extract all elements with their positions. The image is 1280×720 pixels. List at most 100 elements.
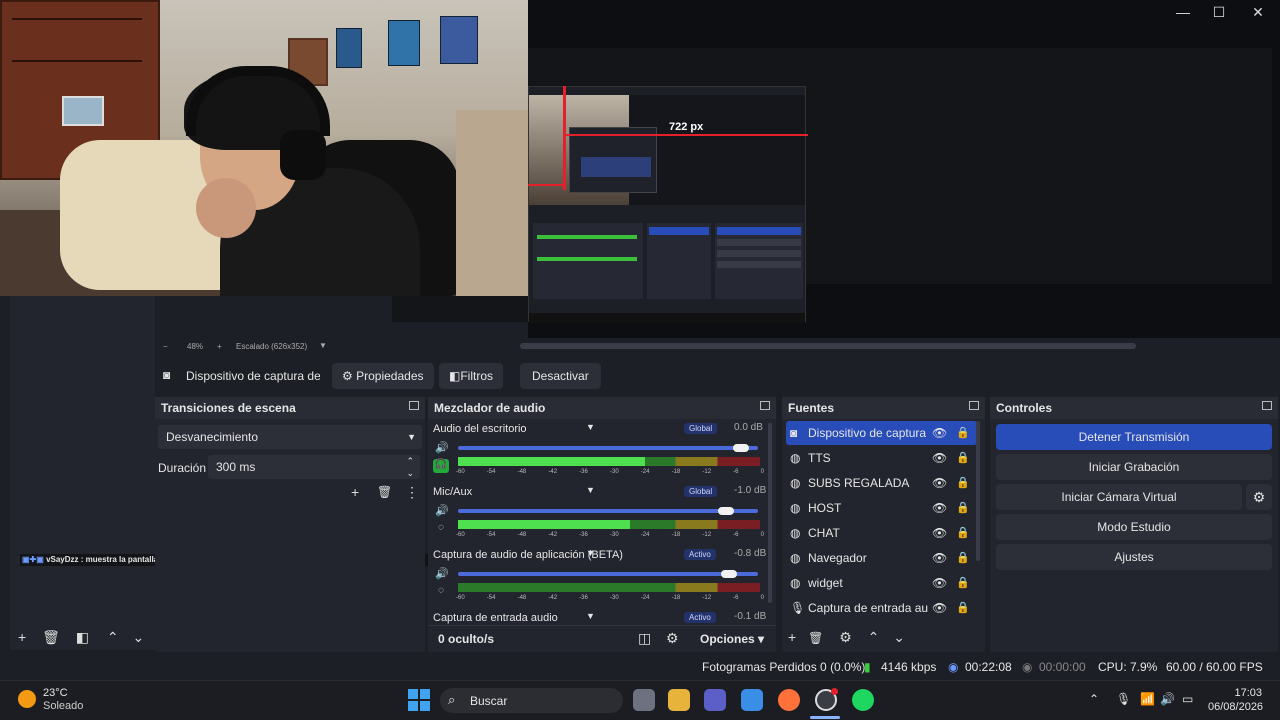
channel-menu-icon[interactable]: ▼ bbox=[586, 548, 595, 558]
eye-icon[interactable]: 👁 bbox=[932, 546, 947, 570]
volume-slider[interactable] bbox=[458, 444, 758, 452]
lock-icon[interactable]: 🔒 bbox=[956, 546, 970, 570]
channel-menu-icon[interactable]: ▼ bbox=[586, 422, 595, 432]
source-item[interactable]: ◍ widget 👁 🔒 bbox=[786, 571, 977, 595]
source-item[interactable]: ◍ TTS 👁 🔒 bbox=[786, 446, 977, 470]
meter-ticks: -60 -54 -48 -42 -36 -30 -24 -18 -12 -6 0 bbox=[456, 532, 764, 540]
eye-icon[interactable]: 👁 bbox=[932, 446, 947, 470]
search-icon: ⌕ bbox=[448, 692, 456, 707]
lock-icon[interactable]: 🔒 bbox=[956, 421, 970, 445]
layout-icon[interactable]: ◫ bbox=[638, 630, 651, 647]
volume-icon[interactable]: 🔊 bbox=[1160, 692, 1175, 706]
source-item[interactable]: ◙ Dispositivo de captura d 👁 🔒 bbox=[786, 421, 977, 445]
undock-icon[interactable] bbox=[1262, 401, 1272, 410]
volume-knob[interactable] bbox=[718, 507, 734, 515]
settings-button[interactable]: Ajustes bbox=[996, 544, 1272, 570]
speaker-icon[interactable]: 🔊 bbox=[435, 567, 449, 580]
sources-scrollbar[interactable] bbox=[976, 421, 980, 561]
maximize-button[interactable]: ☐ bbox=[1199, 4, 1239, 21]
start-recording-button[interactable]: Iniciar Grabación bbox=[996, 454, 1272, 480]
zoom-in-button[interactable]: + bbox=[217, 342, 222, 351]
channel-menu-icon[interactable]: ▼ bbox=[586, 485, 595, 495]
task-view-icon[interactable] bbox=[633, 689, 655, 711]
wifi-icon[interactable]: 📶 bbox=[1140, 692, 1155, 706]
add-scene-icon[interactable]: + bbox=[18, 629, 26, 645]
properties-button[interactable]: ⚙ Propiedades bbox=[332, 363, 434, 389]
channel-menu-icon[interactable]: ▼ bbox=[586, 611, 595, 621]
source-item[interactable]: ◍ HOST 👁 🔒 bbox=[786, 496, 977, 520]
more-vertical-icon[interactable]: ⋮ bbox=[405, 484, 419, 501]
mixer-scrollbar[interactable] bbox=[768, 423, 772, 603]
remove-scene-icon[interactable]: 🗑 bbox=[42, 629, 60, 645]
transition-select[interactable]: Desvanecimiento ▼ bbox=[158, 425, 422, 449]
source-properties-icon[interactable]: ⚙ bbox=[839, 629, 852, 645]
spotify-icon[interactable] bbox=[852, 689, 874, 711]
undock-icon[interactable] bbox=[969, 401, 979, 410]
remove-source-icon[interactable]: 🗑 bbox=[808, 631, 823, 645]
eye-icon[interactable]: 👁 bbox=[932, 421, 947, 445]
speaker-icon[interactable]: 🔊 bbox=[435, 504, 449, 517]
spin-down-icon[interactable]: ⌄ bbox=[406, 461, 414, 485]
battery-icon[interactable]: ▭ bbox=[1182, 692, 1193, 706]
eye-icon[interactable]: 👁 bbox=[932, 496, 947, 520]
store-icon[interactable] bbox=[741, 689, 763, 711]
studio-mode-button[interactable]: Modo Estudio bbox=[996, 514, 1272, 540]
lock-icon[interactable]: 🔒 bbox=[956, 446, 970, 470]
source-item[interactable]: 🎙 Captura de entrada auc 👁 🔒 bbox=[786, 596, 977, 620]
remove-transition-icon[interactable]: 🗑 bbox=[377, 485, 392, 499]
virtual-camera-settings-button[interactable]: ⚙ bbox=[1246, 484, 1272, 510]
monitor-off-icon[interactable]: ◌ bbox=[433, 585, 449, 599]
channel-name: Captura de entrada audio bbox=[433, 612, 558, 624]
duration-input[interactable]: 300 ms ⌃ ⌄ bbox=[208, 455, 420, 479]
advanced-audio-icon[interactable]: ⚙ bbox=[666, 630, 679, 647]
undock-icon[interactable] bbox=[760, 401, 770, 410]
filters-button[interactable]: ◧Filtros bbox=[439, 363, 504, 389]
headphones-monitor-icon[interactable]: 🎧 bbox=[433, 459, 449, 473]
eye-icon[interactable]: 👁 bbox=[932, 471, 947, 495]
add-transition-icon[interactable]: + bbox=[351, 484, 359, 500]
clock-date[interactable]: 06/08/2026 bbox=[1208, 701, 1263, 713]
start-icon[interactable] bbox=[408, 689, 430, 711]
minimize-button[interactable]: — bbox=[1163, 4, 1203, 20]
lock-icon[interactable]: 🔒 bbox=[956, 471, 970, 495]
monitor-off-icon[interactable]: ◌ bbox=[433, 522, 449, 536]
move-down-icon[interactable]: ⌄ bbox=[133, 629, 145, 645]
volume-knob[interactable] bbox=[733, 444, 749, 452]
lock-icon[interactable]: 🔒 bbox=[956, 596, 970, 620]
preview-scrollbar[interactable] bbox=[520, 343, 1136, 349]
add-source-icon[interactable]: + bbox=[788, 629, 796, 645]
teams-icon[interactable] bbox=[704, 689, 726, 711]
source-item[interactable]: ◍ CHAT 👁 🔒 bbox=[786, 521, 977, 545]
move-up-icon[interactable]: ⌃ bbox=[107, 629, 119, 645]
speaker-icon[interactable]: 🔊 bbox=[435, 441, 449, 454]
eye-icon[interactable]: 👁 bbox=[932, 596, 947, 620]
stop-stream-button[interactable]: Detener Transmisión bbox=[996, 424, 1272, 450]
volume-slider[interactable] bbox=[458, 570, 758, 578]
move-down-icon[interactable]: ⌄ bbox=[893, 629, 905, 645]
mixer-options-button[interactable]: Opciones ▾ bbox=[700, 632, 764, 646]
start-virtual-camera-button[interactable]: Iniciar Cámara Virtual bbox=[996, 484, 1242, 510]
eye-icon[interactable]: 👁 bbox=[932, 521, 947, 545]
file-explorer-icon[interactable] bbox=[668, 689, 690, 711]
microphone-icon[interactable]: 🎙 bbox=[1116, 692, 1131, 706]
deactivate-button[interactable]: Desactivar bbox=[520, 363, 601, 389]
zoom-out-button[interactable]: − bbox=[163, 342, 168, 351]
volume-knob[interactable] bbox=[721, 570, 737, 578]
level-meter bbox=[458, 583, 760, 592]
source-item[interactable]: ◍ Navegador 👁 🔒 bbox=[786, 546, 977, 570]
undock-icon[interactable] bbox=[409, 401, 419, 410]
source-item[interactable]: ◍ SUBS REGALADA 👁 🔒 bbox=[786, 471, 977, 495]
lock-icon[interactable]: 🔒 bbox=[956, 571, 970, 595]
filter-scene-icon[interactable]: ◧ bbox=[76, 629, 89, 645]
clock-time[interactable]: 17:03 bbox=[1212, 687, 1262, 699]
volume-slider[interactable] bbox=[458, 507, 758, 515]
close-button[interactable]: ✕ bbox=[1238, 4, 1278, 21]
chevron-down-icon[interactable]: ▼ bbox=[319, 341, 327, 350]
move-up-icon[interactable]: ⌃ bbox=[868, 629, 880, 645]
taskbar-search[interactable]: ⌕ Buscar bbox=[440, 688, 623, 713]
lock-icon[interactable]: 🔒 bbox=[956, 496, 970, 520]
firefox-icon[interactable] bbox=[778, 689, 800, 711]
eye-icon[interactable]: 👁 bbox=[932, 571, 947, 595]
tray-chevron-icon[interactable]: ⌃ bbox=[1089, 692, 1099, 706]
lock-icon[interactable]: 🔒 bbox=[956, 521, 970, 545]
